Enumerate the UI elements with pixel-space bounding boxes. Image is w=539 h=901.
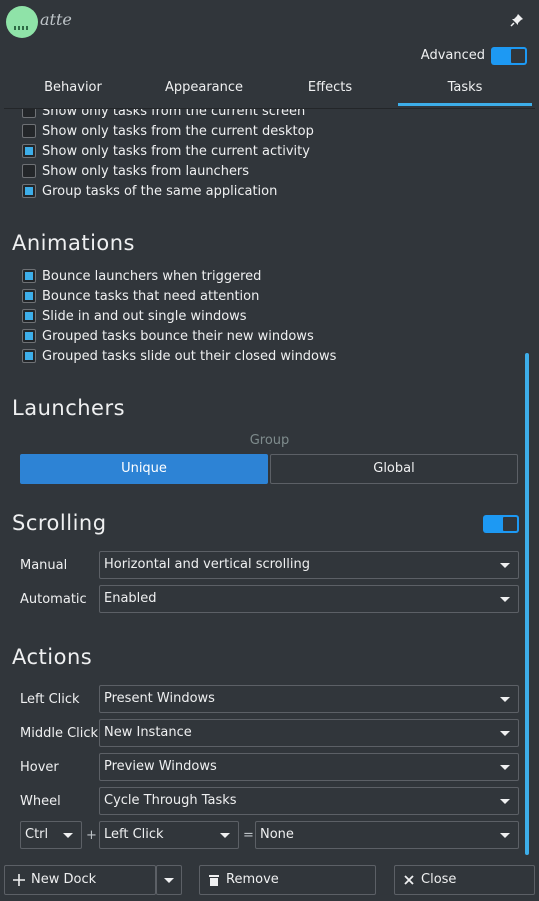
chevron-down-icon [500, 697, 510, 702]
hover-combo[interactable]: Preview Windows [99, 753, 519, 781]
chevron-down-icon [500, 563, 510, 568]
chevron-down-icon [220, 833, 230, 838]
automatic-scroll-combo[interactable]: Enabled [99, 585, 519, 613]
tab-effects[interactable]: Effects [262, 74, 398, 106]
hover-label: Hover [20, 760, 59, 775]
chevron-down-icon [500, 833, 510, 838]
remove-button[interactable]: Remove [199, 865, 376, 895]
result-action-combo[interactable]: None [255, 821, 519, 849]
chevron-down-icon [500, 765, 510, 770]
equals-sign: = [243, 828, 254, 843]
automatic-label: Automatic [20, 592, 87, 607]
launchers-title: Launchers [12, 396, 126, 420]
chevron-down-icon [500, 799, 510, 804]
logo-text: atte [40, 10, 72, 29]
checkbox[interactable] [22, 269, 36, 283]
checkbox[interactable] [22, 184, 36, 198]
scrolling-toggle[interactable] [483, 515, 519, 533]
filter-current-activity[interactable]: Show only tasks from the current activit… [22, 142, 310, 160]
tab-bar: Behavior Appearance Effects Tasks [0, 74, 539, 106]
new-dock-menu-button[interactable] [156, 865, 182, 895]
chevron-down-icon [500, 597, 510, 602]
modifier-combo[interactable]: Ctrl [20, 821, 82, 849]
chevron-down-icon [500, 731, 510, 736]
anim-bounce-attention[interactable]: Bounce tasks that need attention [22, 287, 259, 305]
anim-grouped-bounce[interactable]: Grouped tasks bounce their new windows [22, 327, 314, 345]
left-click-combo[interactable]: Present Windows [99, 685, 519, 713]
filter-launchers[interactable]: Show only tasks from launchers [22, 162, 249, 180]
trash-icon [209, 875, 219, 886]
checkbox[interactable] [22, 164, 36, 178]
filter-current-desktop[interactable]: Show only tasks from the current desktop [22, 122, 314, 140]
vertical-scrollbar[interactable] [525, 353, 529, 855]
pin-icon[interactable] [509, 12, 525, 28]
checkbox[interactable] [22, 109, 36, 118]
chevron-down-icon [164, 878, 174, 883]
tab-tasks[interactable]: Tasks [398, 74, 532, 106]
close-icon [404, 875, 414, 885]
anim-bounce-launchers[interactable]: Bounce launchers when triggered [22, 267, 261, 285]
filter-current-screen[interactable]: Show only tasks from the current screen [22, 109, 305, 120]
manual-label: Manual [20, 558, 68, 573]
window-header: atte Advanced Behavior Appearance Effect… [0, 0, 539, 108]
close-button[interactable]: Close [394, 865, 535, 895]
group-same-application[interactable]: Group tasks of the same application [22, 182, 277, 200]
checkbox[interactable] [22, 289, 36, 303]
middle-click-combo[interactable]: New Instance [99, 719, 519, 747]
animations-title: Animations [12, 231, 136, 255]
advanced-label: Advanced [420, 48, 485, 63]
checkbox[interactable] [22, 329, 36, 343]
advanced-toggle[interactable] [491, 47, 527, 65]
checkbox[interactable] [22, 309, 36, 323]
middle-click-label: Middle Click [20, 726, 99, 741]
tab-appearance[interactable]: Appearance [146, 74, 262, 106]
anim-grouped-slide[interactable]: Grouped tasks slide out their closed win… [22, 347, 336, 365]
group-label: Group [249, 433, 290, 448]
tasks-panel[interactable]: Show only tasks from the current screen … [4, 108, 535, 860]
tab-behavior[interactable]: Behavior [0, 74, 146, 106]
left-click-label: Left Click [20, 692, 80, 707]
checkbox[interactable] [22, 124, 36, 138]
plus-sign: + [86, 828, 97, 843]
new-dock-button[interactable]: New Dock [4, 865, 156, 895]
plus-icon [13, 874, 25, 886]
global-button[interactable]: Global [270, 454, 518, 484]
mouse-button-combo[interactable]: Left Click [99, 821, 239, 849]
anim-slide-windows[interactable]: Slide in and out single windows [22, 307, 247, 325]
wheel-combo[interactable]: Cycle Through Tasks [99, 787, 519, 815]
checkbox[interactable] [22, 144, 36, 158]
actions-title: Actions [12, 645, 93, 669]
latte-logo [6, 6, 38, 38]
unique-button[interactable]: Unique [20, 454, 268, 484]
checkbox[interactable] [22, 349, 36, 363]
manual-scroll-combo[interactable]: Horizontal and vertical scrolling [99, 551, 519, 579]
chevron-down-icon [63, 833, 73, 838]
wheel-label: Wheel [20, 794, 61, 809]
footer-bar: New Dock Remove Close [0, 861, 539, 901]
scrolling-title: Scrolling [12, 511, 107, 535]
